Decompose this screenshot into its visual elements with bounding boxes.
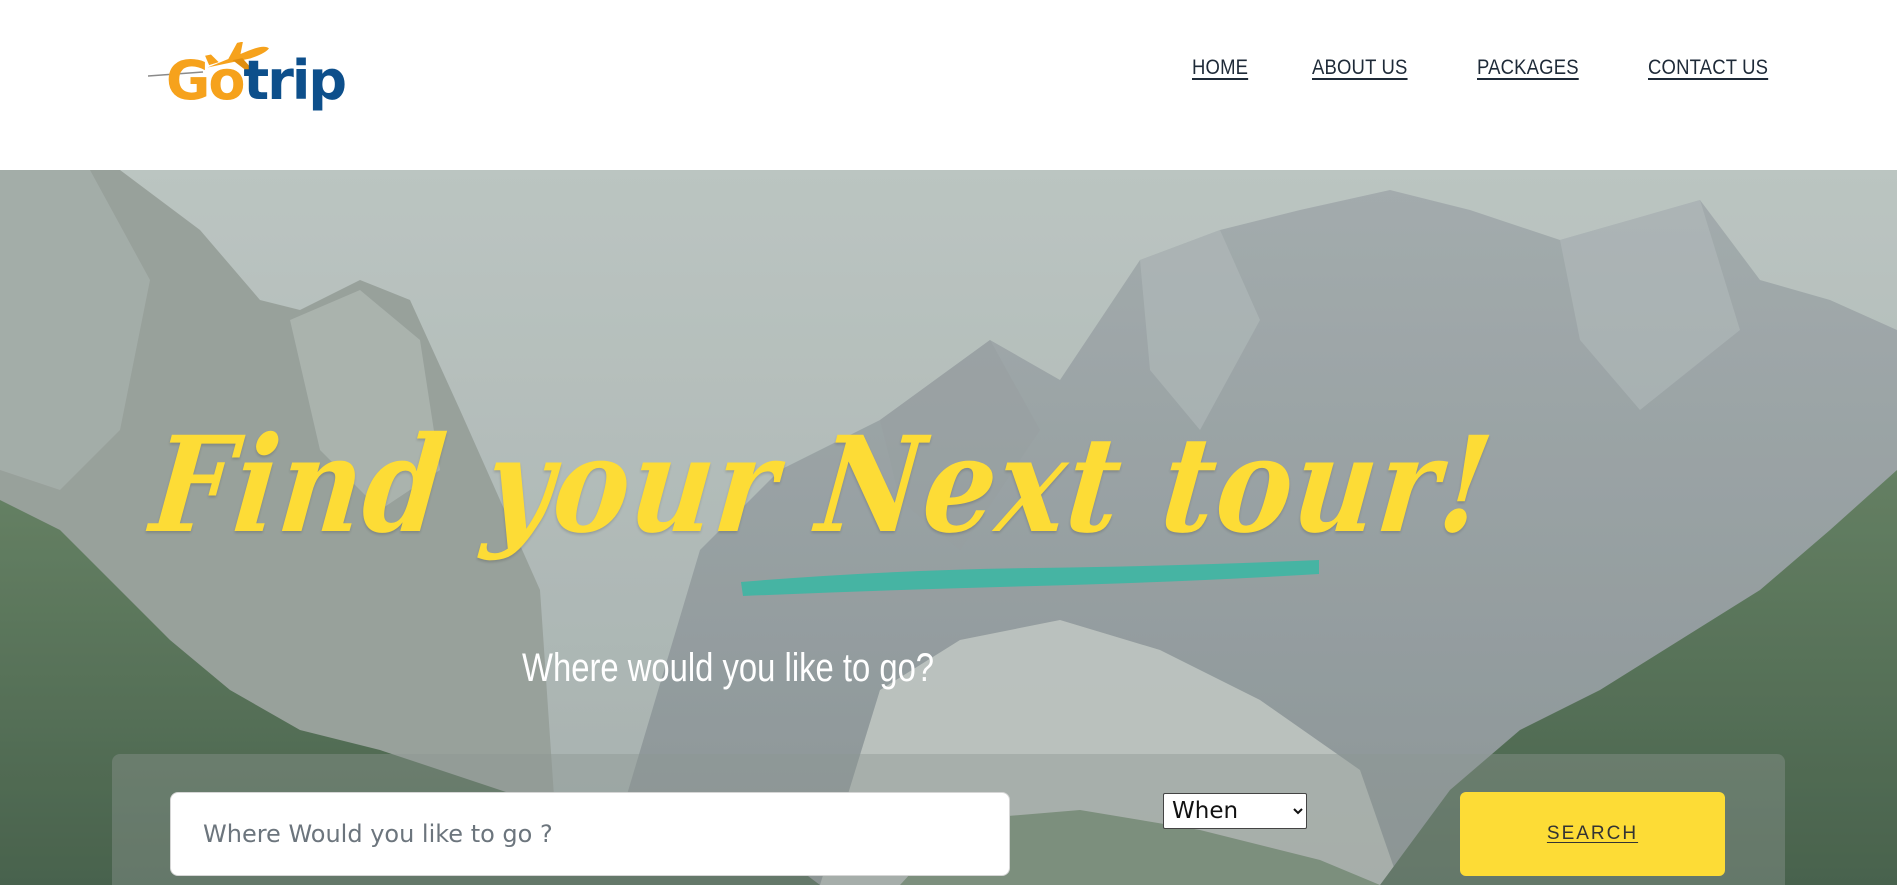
main-nav: HOME ABOUT US PACKAGES CONTACT US [1192, 56, 1785, 80]
hero-subheading: Where would you like to go? [522, 646, 935, 690]
search-button[interactable]: SEARCH [1460, 792, 1725, 876]
logo-wordmark: Gotrip [166, 54, 347, 108]
nav-home-link[interactable]: HOME [1192, 56, 1248, 80]
gotrip-logo[interactable]: Gotrip [148, 42, 347, 122]
when-select[interactable]: When [1163, 793, 1307, 829]
logo-go-text: Go [166, 49, 245, 112]
nav-about-link[interactable]: ABOUT US [1312, 56, 1408, 80]
search-panel: When SEARCH [112, 754, 1785, 885]
nav-packages-link[interactable]: PACKAGES [1477, 56, 1579, 80]
nav-contact-link[interactable]: CONTACT US [1648, 56, 1768, 80]
hero-headline: Find your Next tour! [144, 408, 1501, 563]
destination-search-input[interactable] [170, 792, 1010, 876]
site-header: Gotrip HOME ABOUT US PACKAGES CONTACT US [0, 0, 1897, 170]
hero-section: Find your Next tour! Where would you lik… [0, 170, 1897, 885]
logo-trip-text: trip [243, 49, 347, 112]
